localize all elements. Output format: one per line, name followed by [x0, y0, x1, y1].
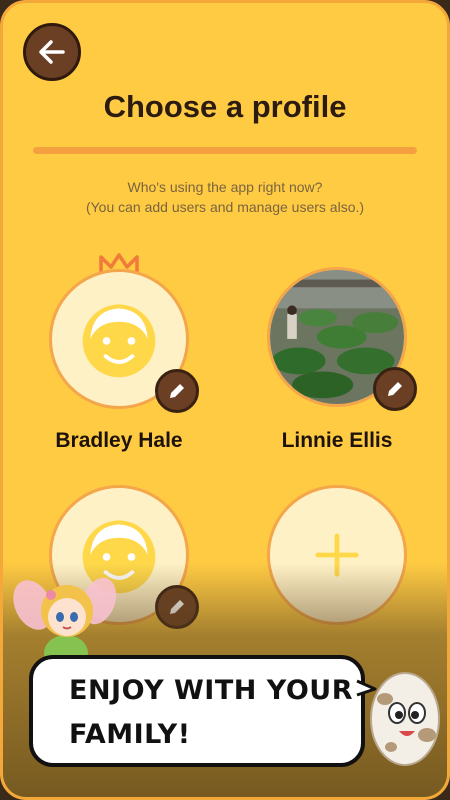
title-divider — [33, 147, 417, 154]
profile-name-1: Bradley Hale — [55, 429, 183, 452]
back-button[interactable] — [23, 23, 81, 81]
promo-text: ENJOY WITH YOUR FAMILY! — [69, 675, 354, 750]
edit-profile-button-2[interactable] — [373, 367, 417, 411]
subtitle-line-1: Who's using the app right now? — [127, 179, 323, 195]
page-title: Choose a profile — [103, 89, 347, 124]
subtitle: Who's using the app right now? (You can … — [3, 177, 447, 217]
profile-name-2: Linnie Ellis — [281, 429, 393, 452]
edit-profile-button-1[interactable] — [155, 369, 199, 413]
pencil-icon — [388, 382, 402, 396]
promo-speech-bubble: ENJOY WITH YOUR FAMILY! — [29, 655, 365, 767]
pencil-icon — [170, 384, 184, 398]
subtitle-line-2: (You can add users and manage users also… — [85, 199, 365, 215]
arrow-left-icon — [39, 40, 65, 64]
egg-mascot-icon — [370, 672, 440, 766]
profile-screen: Choose a profile Who's using the app rig… — [0, 0, 450, 800]
